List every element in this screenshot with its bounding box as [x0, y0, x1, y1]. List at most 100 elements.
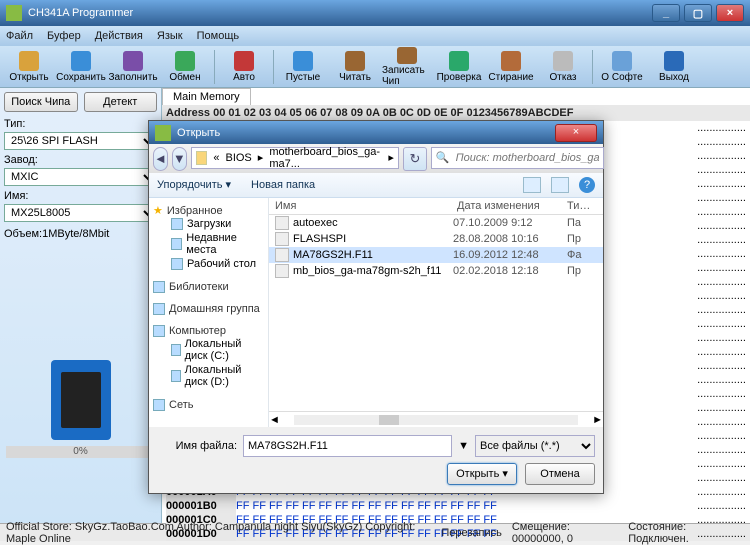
menu-помощь[interactable]: Помощь — [197, 30, 240, 42]
open-file-dialog: Открыть × ◄ ▼ « BIOS▸ motherboard_bios_g… — [148, 120, 604, 494]
mfg-select[interactable]: MXIC — [4, 168, 157, 186]
col-date[interactable]: Дата изменения — [457, 200, 567, 212]
horizontal-scrollbar[interactable]: ◄► — [269, 411, 603, 427]
name-select[interactable]: MX25L8005 — [4, 204, 157, 222]
Заполнить-icon — [123, 51, 143, 71]
sidebar-item[interactable]: Локальный диск (C:) — [153, 337, 264, 363]
toolbar-Пустые[interactable]: Пустые — [278, 47, 328, 87]
status-rewrite: Перезапись — [441, 527, 502, 539]
sidebar-item[interactable]: Локальный диск (D:) — [153, 363, 264, 389]
toolbar-Авто[interactable]: Авто — [219, 47, 269, 87]
view-options-button[interactable] — [523, 177, 541, 193]
status-bar: Official Store: SkyGz.TaoBao.Com Author:… — [0, 523, 750, 541]
maximize-button[interactable]: ▢ — [684, 4, 712, 22]
О Софте-icon — [612, 51, 632, 71]
toolbar-Открыть[interactable]: Открыть — [4, 47, 54, 87]
hex-row[interactable]: 000001B0 FF FF FF FF FF FF FF FF FF FF F… — [162, 499, 750, 513]
app-icon — [6, 5, 22, 21]
sidebar-group-Домашняя группа[interactable]: Домашняя группа — [153, 303, 264, 315]
new-folder-button[interactable]: Новая папка — [251, 179, 315, 191]
Стирание-icon — [501, 51, 521, 71]
file-icon — [275, 248, 289, 262]
search-input[interactable] — [456, 152, 599, 164]
Выход-icon — [664, 51, 684, 71]
toolbar-Заполнить[interactable]: Заполнить — [108, 47, 158, 87]
sidebar-group-Компьютер[interactable]: Компьютер — [153, 325, 264, 337]
toolbar-Записать Чип[interactable]: Записать Чип — [382, 47, 432, 87]
filename-dropdown[interactable]: ▼ — [458, 440, 469, 452]
organize-menu[interactable]: Упорядочить ▾ — [157, 178, 231, 191]
nav-back-button[interactable]: ◄ — [153, 147, 168, 171]
cancel-button[interactable]: Отмена — [525, 463, 595, 485]
name-label: Имя: — [4, 190, 157, 202]
filename-label: Имя файла: — [157, 440, 237, 452]
Авто-icon — [234, 51, 254, 71]
file-list-header: Имя Дата изменения Ти… — [269, 198, 603, 215]
minimize-button[interactable]: _ — [652, 4, 680, 22]
col-type[interactable]: Ти… — [567, 200, 597, 212]
menu-буфер[interactable]: Буфер — [47, 30, 81, 42]
Открыть-icon — [19, 51, 39, 71]
toolbar-Обмен[interactable]: Обмен — [160, 47, 210, 87]
file-item[interactable]: mb_bios_ga-ma78gm-s2h_f1102.02.2018 12:1… — [269, 263, 603, 279]
file-icon — [275, 216, 289, 230]
mfg-label: Завод: — [4, 154, 157, 166]
menu-файл[interactable]: Файл — [6, 30, 33, 42]
close-button[interactable]: × — [716, 4, 744, 22]
toolbar-Выход[interactable]: Выход — [649, 47, 699, 87]
sidebar-item[interactable]: Загрузки — [153, 217, 264, 231]
dialog-titlebar: Открыть × — [149, 121, 603, 144]
menu-язык[interactable]: Язык — [157, 30, 183, 42]
sidebar-item[interactable]: Недавние места — [153, 231, 264, 257]
file-item[interactable]: FLASHSPI28.08.2008 10:16Пр — [269, 231, 603, 247]
file-list[interactable]: autoexec07.10.2009 9:12ПаFLASHSPI28.08.2… — [269, 215, 603, 411]
toolbar: ОткрытьСохранитьЗаполнитьОбменАвтоПустые… — [0, 46, 750, 88]
nav-forward-button[interactable]: ▼ — [172, 147, 187, 171]
Обмен-icon — [175, 51, 195, 71]
volume-value: 1MByte/8Mbit — [42, 228, 109, 240]
tab-main-memory[interactable]: Main Memory — [162, 88, 251, 105]
left-panel: Поиск Чипа Детект Тип: 25\26 SPI FLASH З… — [0, 88, 162, 523]
star-icon: ★ — [153, 204, 163, 217]
Записать Чип-icon — [397, 47, 417, 64]
toolbar-Отказ[interactable]: Отказ — [538, 47, 588, 87]
Читать-icon — [345, 51, 365, 71]
dialog-icon — [155, 125, 171, 141]
file-icon — [275, 264, 289, 278]
dialog-title: Открыть — [177, 127, 555, 139]
refresh-button[interactable]: ↻ — [403, 147, 427, 171]
detect-button[interactable]: Детект — [84, 92, 158, 112]
folder-icon — [196, 151, 208, 165]
dialog-close-button[interactable]: × — [555, 124, 597, 142]
help-icon[interactable]: ? — [579, 177, 595, 193]
dialog-sidebar: ★ИзбранноеЗагрузкиНедавние местаРабочий … — [149, 198, 269, 427]
file-item[interactable]: autoexec07.10.2009 9:12Па — [269, 215, 603, 231]
col-name[interactable]: Имя — [275, 200, 457, 212]
type-select[interactable]: 25\26 SPI FLASH — [4, 132, 157, 150]
sidebar-group-Избранное[interactable]: ★Избранное — [153, 204, 264, 217]
toolbar-Читать[interactable]: Читать — [330, 47, 380, 87]
filetype-select[interactable]: Все файлы (*.*) — [475, 435, 595, 457]
toolbar-Сохранить[interactable]: Сохранить — [56, 47, 106, 87]
open-button[interactable]: Открыть ▾ — [447, 463, 517, 485]
type-label: Тип: — [4, 118, 157, 130]
preview-pane-button[interactable] — [551, 177, 569, 193]
filename-input[interactable] — [243, 435, 452, 457]
sidebar-item[interactable]: Рабочий стол — [153, 257, 264, 271]
search-icon: 🔍 — [436, 151, 450, 164]
sidebar-group-Библиотеки[interactable]: Библиотеки — [153, 281, 264, 293]
file-icon — [275, 232, 289, 246]
file-item[interactable]: MA78GS2H.F1116.09.2012 12:48Фа — [269, 247, 603, 263]
menu-действия[interactable]: Действия — [95, 30, 143, 42]
toolbar-Проверка[interactable]: Проверка — [434, 47, 484, 87]
find-chip-button[interactable]: Поиск Чипа — [4, 92, 78, 112]
Пустые-icon — [293, 51, 313, 71]
sidebar-group-Сеть[interactable]: Сеть — [153, 399, 264, 411]
Сохранить-icon — [71, 51, 91, 71]
Проверка-icon — [449, 51, 469, 71]
toolbar-О Софте[interactable]: О Софте — [597, 47, 647, 87]
chip-graphic — [51, 360, 111, 440]
menu-bar: Файл Буфер Действия Язык Помощь — [0, 26, 750, 46]
toolbar-Стирание[interactable]: Стирание — [486, 47, 536, 87]
breadcrumb[interactable]: « BIOS▸ motherboard_bios_ga-ma7...▸ — [191, 147, 399, 169]
